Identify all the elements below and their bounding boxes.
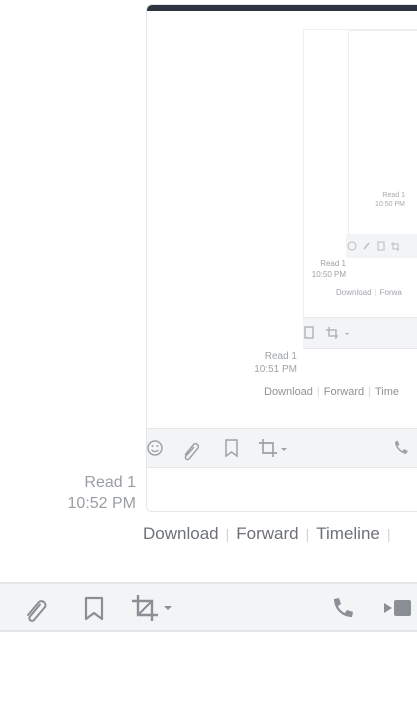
nested-2-read-label: Read 1 <box>382 192 405 199</box>
phone-icon[interactable] <box>330 596 354 620</box>
nested-1-read-label: Read 1 <box>264 351 297 362</box>
nested-screenshot-panel-2: Read 1 10:50 PM <box>348 30 417 240</box>
nested-1-time: 10:51 PM <box>254 364 297 375</box>
nested-1-toolbar <box>303 317 417 349</box>
nested-2-toolbar <box>346 234 417 258</box>
nested-2-read-status: Read 1 10:50 PM <box>355 191 405 209</box>
nested-2-forward-link[interactable]: Forwa <box>380 288 402 297</box>
timeline-link[interactable]: Timeline <box>316 524 380 543</box>
message-actions: Download | Forward | Timeline | <box>143 524 391 543</box>
nested-2b-time: 10:50 PM <box>311 270 346 279</box>
read-label: Read 1 <box>84 474 136 491</box>
nested-2b-read-label: Read 1 <box>320 259 346 268</box>
message-read-status: Read 1 10:52 PM <box>40 472 136 514</box>
bookmark-icon[interactable] <box>84 596 106 622</box>
nested-screenshot-panel: Read 1 10:50 PM Read 1 10:50 PM Download… <box>303 29 417 347</box>
nested-2-time: 10:50 PM <box>375 201 405 208</box>
nested-1-timeline-link[interactable]: Time <box>375 386 399 398</box>
screenshot-toolbar <box>147 428 417 468</box>
download-link[interactable]: Download <box>143 524 219 543</box>
nested-2-actions: Download | Forwa <box>336 288 402 297</box>
nested-2-download-link[interactable]: Download <box>336 288 372 297</box>
forward-link[interactable]: Forward <box>236 524 298 543</box>
message-time: 10:52 PM <box>67 495 136 512</box>
nested-1-forward-link[interactable]: Forward <box>324 386 364 398</box>
nested-1-read-status: Read 1 10:51 PM <box>233 350 297 376</box>
nested-1-actions: Download | Forward | Time <box>264 386 400 398</box>
screenshot-image-bubble[interactable]: Read 1 10:50 PM Read 1 10:50 PM Download… <box>146 4 417 512</box>
chat-input-toolbar <box>0 582 417 632</box>
dropdown-caret-icon[interactable] <box>163 604 173 612</box>
screenshot-titlebar <box>147 5 417 11</box>
nested-1-download-link[interactable]: Download <box>264 386 313 398</box>
attach-icon[interactable] <box>22 594 52 622</box>
video-icon[interactable] <box>383 598 413 618</box>
crop-icon[interactable] <box>130 593 162 623</box>
nested-2b-read-status: Read 1 10:50 PM <box>290 258 346 280</box>
